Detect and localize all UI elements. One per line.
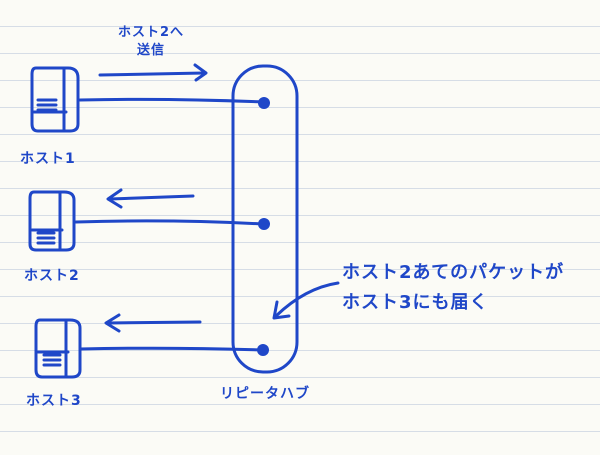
hub-port-3 <box>257 344 269 356</box>
annotation-pointer-icon <box>272 281 340 320</box>
hub-port-2 <box>258 218 270 230</box>
host-1-icon <box>30 66 80 133</box>
host-3-icon <box>34 318 82 379</box>
cable-host-2 <box>74 219 265 226</box>
send-label-line2: 送信 <box>136 43 165 58</box>
cable-host-1 <box>78 97 265 104</box>
send-label: ホスト2へ 送信 <box>96 24 206 60</box>
hub-label: リピータハブ <box>220 386 310 402</box>
cable-host-3 <box>78 346 265 352</box>
arrow-to-host-2-icon <box>106 188 195 209</box>
arrow-to-host-3-icon <box>104 313 202 333</box>
host-1-label: ホスト1 <box>20 151 76 167</box>
send-arrow-icon <box>98 63 208 82</box>
annotation-text: ホスト2あてのパケットが ホスト3にも届く <box>342 258 564 318</box>
host-3-label: ホスト3 <box>26 393 82 409</box>
annotation-line2: ホスト3にも届く <box>342 292 489 313</box>
host-2-icon <box>28 190 76 252</box>
send-label-line1: ホスト2へ <box>117 25 185 40</box>
annotation-line1: ホスト2あてのパケットが <box>342 262 565 283</box>
hub-port-1 <box>258 97 270 109</box>
notebook-page: ホスト2へ 送信 ホスト1 ホスト2 ホスト3 リピータハブ ホスト2あてのパケ… <box>0 0 600 455</box>
host-2-label: ホスト2 <box>24 268 80 284</box>
